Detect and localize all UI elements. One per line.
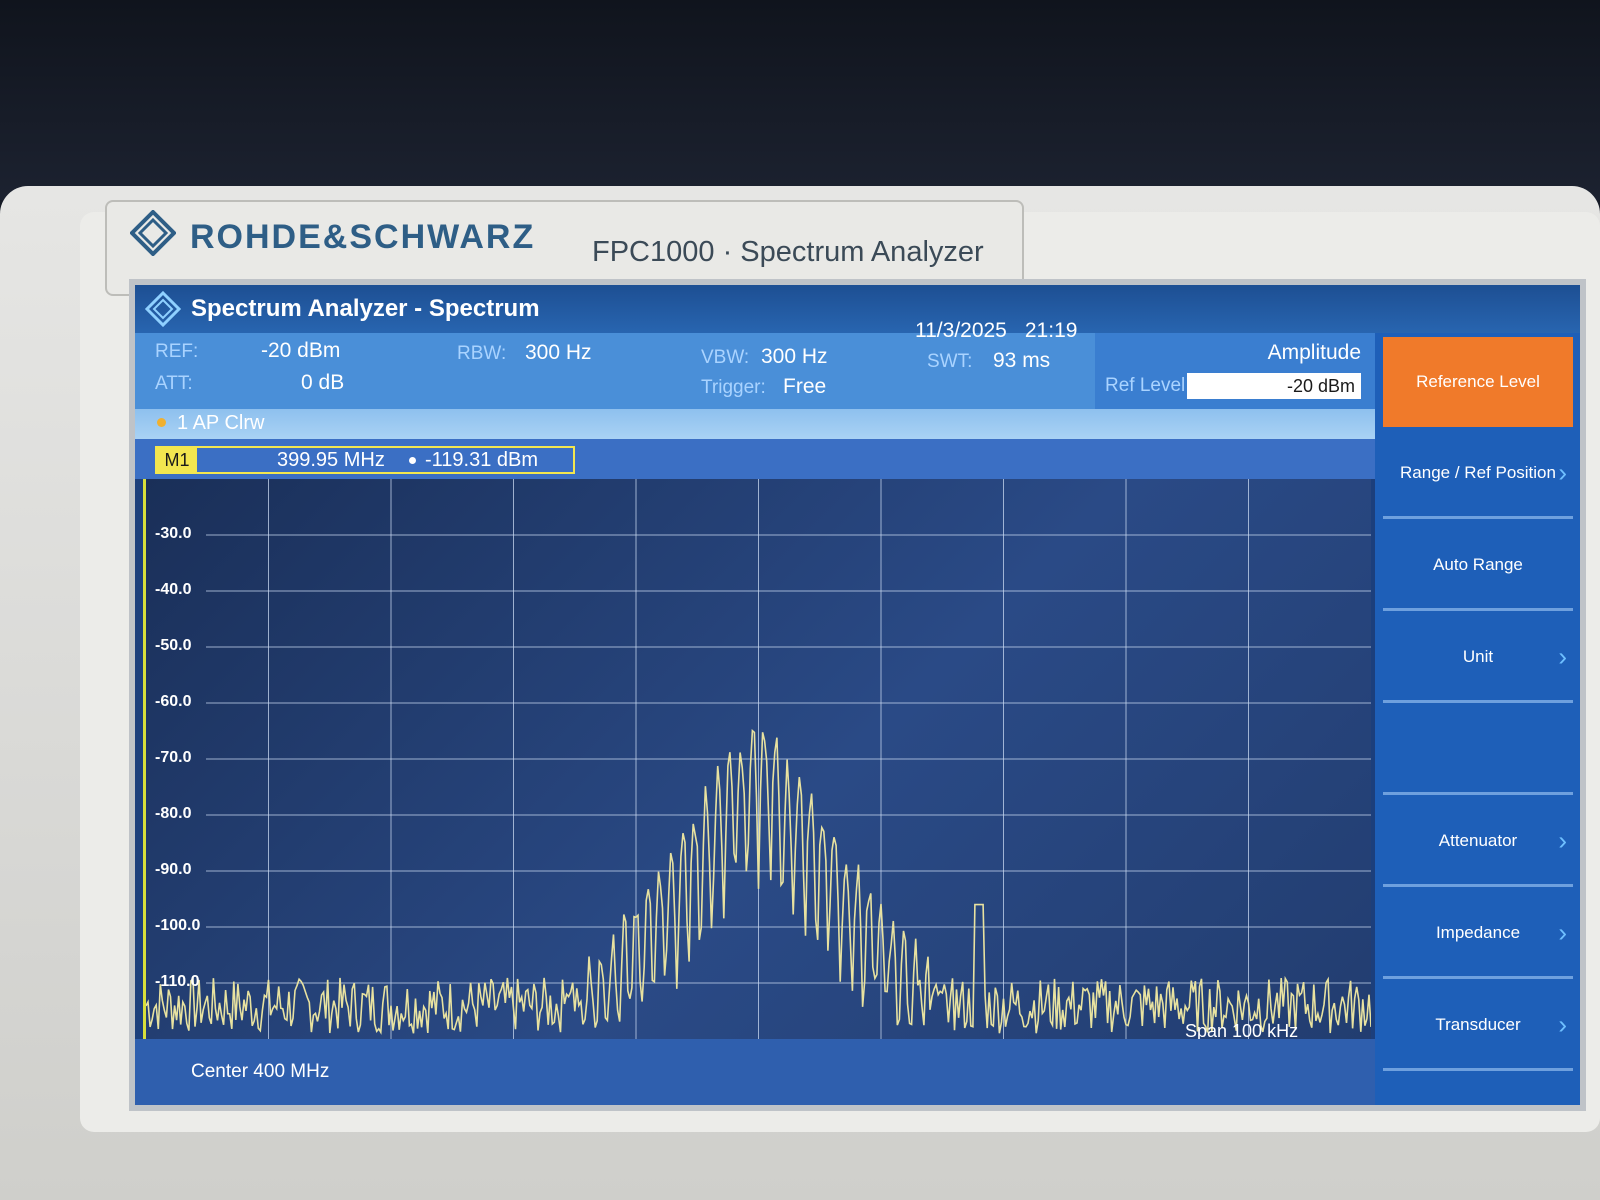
ref-label: REF: <box>155 341 199 362</box>
trigger-label: Trigger: <box>701 377 766 398</box>
att-label: ATT: <box>155 373 193 394</box>
rbw-value: 300 Hz <box>525 341 592 364</box>
softkey-label: Range / Ref Position <box>1400 462 1556 482</box>
amplitude-panel: Amplitude Ref Level <box>1095 333 1375 409</box>
softkey-label: Attenuator <box>1438 830 1518 850</box>
title-bar: Spectrum Analyzer - Spectrum <box>135 285 1580 333</box>
softkey-transducer[interactable]: Transducer › <box>1383 981 1573 1071</box>
marker-readout[interactable]: M1 399.95 MHz -119.31 dBm <box>155 446 575 474</box>
vbw-value: 300 Hz <box>761 345 828 368</box>
background-top <box>0 0 1600 200</box>
date-time: 11/3/2025 21:19 <box>915 319 1095 343</box>
rbw-label: RBW: <box>457 343 507 364</box>
y-tick-label: -90.0 <box>155 861 192 878</box>
y-tick-label: -110.0 <box>155 973 200 990</box>
spectrum-svg <box>145 479 1372 1039</box>
vbw-label: VBW: <box>701 347 750 368</box>
softkey-auto-range[interactable]: Auto Range <box>1383 521 1573 611</box>
y-tick-label: -50.0 <box>155 637 192 654</box>
y-tick-label: -80.0 <box>155 805 192 822</box>
softkey-label: Transducer <box>1435 1014 1521 1034</box>
trigger-value: Free <box>783 375 827 398</box>
app-logo-icon <box>145 291 181 327</box>
y-tick-label: -60.0 <box>155 693 192 710</box>
settings-panel: REF: -20 dBm ATT: 0 dB RBW: 300 Hz VBW: … <box>135 333 1095 409</box>
softkey-label: Impedance <box>1435 922 1521 942</box>
y-tick-label: -100.0 <box>155 917 201 934</box>
bottom-bar: Center 400 MHz <box>135 1039 1375 1105</box>
softkey-attenuator[interactable]: Attenuator › <box>1383 797 1573 887</box>
marker-level: -119.31 dBm <box>425 449 539 471</box>
softkey-impedance[interactable]: Impedance › <box>1383 889 1573 979</box>
softkey-label: Reference Level <box>1416 372 1540 391</box>
center-frequency-label: Center 400 MHz <box>191 1061 330 1082</box>
chevron-right-icon: › <box>1558 917 1567 947</box>
att-value: 0 dB <box>301 371 345 394</box>
softkey-range-ref-position[interactable]: Range / Ref Position › <box>1383 429 1573 519</box>
rohde-schwarz-logo-icon <box>130 210 176 256</box>
ref-value: -20 dBm <box>261 339 341 362</box>
brand-name: ROHDE&SCHWARZ <box>190 218 536 256</box>
time: 21:19 <box>1024 319 1078 342</box>
trace-indicator-icon <box>157 418 166 427</box>
device-model: FPC1000 · Spectrum Analyzer <box>592 236 984 268</box>
instrument-screen: Spectrum Analyzer - Spectrum REF: -20 dB… <box>135 285 1580 1105</box>
window-title: Spectrum Analyzer - Spectrum <box>191 295 540 322</box>
marker-frequency: 399.95 MHz <box>277 449 385 471</box>
chevron-right-icon: › <box>1558 1009 1567 1039</box>
marker-row: M1 399.95 MHz -119.31 dBm <box>135 439 1375 479</box>
date: 11/3/2025 <box>915 319 1007 342</box>
trace-info-row: 1 AP Clrw <box>135 409 1375 439</box>
softkey-label: Unit <box>1462 646 1494 666</box>
softkey-panel: Reference Level Range / Ref Position › Auto… <box>1375 333 1580 1105</box>
softkey-reference-level[interactable]: Reference Level <box>1383 337 1573 427</box>
amplitude-title: Amplitude <box>1267 341 1361 364</box>
chevron-right-icon: › <box>1558 457 1567 487</box>
ref-level-input[interactable] <box>1187 373 1361 399</box>
y-tick-label: -40.0 <box>155 581 192 598</box>
softkey-label: Auto Range <box>1433 554 1523 574</box>
y-tick-label: -30.0 <box>155 525 192 542</box>
swt-label: SWT: <box>927 351 973 372</box>
y-tick-label: -70.0 <box>155 749 192 766</box>
softkey-unit[interactable]: Unit › <box>1383 613 1573 703</box>
ref-level-label: Ref Level <box>1105 375 1186 396</box>
swt-value: 93 ms <box>993 349 1051 372</box>
marker-dot-icon <box>409 457 416 464</box>
trace-label: 1 AP Clrw <box>177 412 265 434</box>
chevron-right-icon: › <box>1558 641 1567 671</box>
softkey-empty <box>1383 705 1573 795</box>
spectrum-plot[interactable] <box>143 479 1372 1039</box>
chevron-right-icon: › <box>1558 825 1567 855</box>
marker-tag: M1 <box>157 448 197 472</box>
